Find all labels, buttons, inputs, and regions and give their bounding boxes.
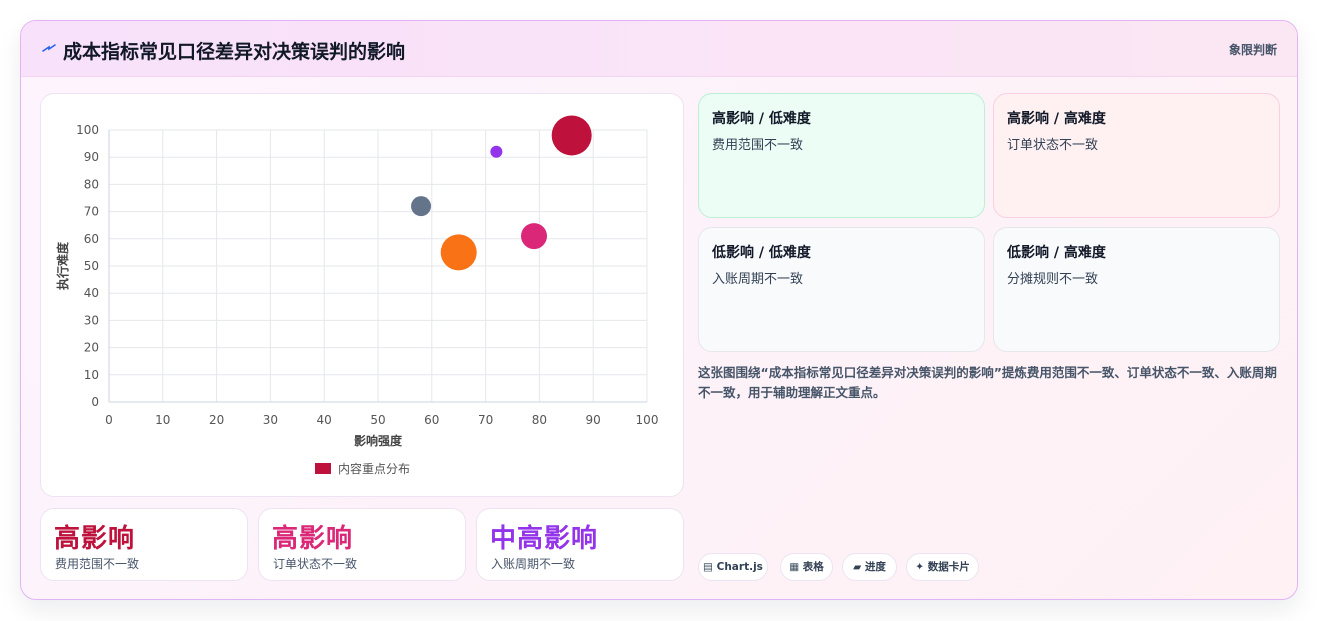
- chart-panel: 0 10 20 30 40 50 60 70 80 90 100 0 10 20 30 40 50 60 70 80 9…: [40, 93, 684, 497]
- x-tick-label: 90: [586, 413, 601, 427]
- quadrant-title: 低影响 / 高难度: [1007, 245, 1106, 261]
- legend-swatch: [315, 463, 331, 474]
- tag-data-card[interactable]: ✦ 数据卡片: [906, 553, 979, 581]
- table-icon: ▦: [789, 561, 800, 573]
- main-card: 成本指标常见口径差异对决策误判的影响 象限判断 0 10 20 30 40 50 60 70 8…: [20, 20, 1298, 600]
- chart-icon: ▤: [703, 561, 713, 573]
- y-axis-title: 执行难度: [55, 241, 70, 290]
- header-badge: 象限判断: [1228, 43, 1277, 57]
- bubble-point: [551, 115, 592, 156]
- y-tick-label: 90: [84, 150, 99, 164]
- lightning-icon: [42, 44, 56, 52]
- quadrant-high-impact-high-difficulty: 高影响 / 高难度 订单状态不一致: [993, 93, 1280, 218]
- stat-card-3: 中高影响 入账周期不一致: [476, 508, 684, 581]
- y-tick-label: 60: [84, 232, 99, 246]
- quadrant-high-impact-low-difficulty: 高影响 / 低难度 费用范围不一致: [698, 93, 985, 218]
- bubble-point: [490, 145, 503, 158]
- quadrant-title: 低影响 / 低难度: [712, 245, 811, 261]
- x-tick-label: 80: [532, 413, 547, 427]
- x-tick-label: 40: [317, 413, 332, 427]
- x-tick-label: 100: [636, 413, 659, 427]
- x-tick-label: 0: [105, 413, 113, 427]
- tag-progress[interactable]: ▰ 进度: [842, 553, 897, 581]
- x-tick-label: 10: [155, 413, 170, 427]
- x-tick-label: 50: [370, 413, 385, 427]
- x-tick-label: 70: [478, 413, 493, 427]
- chart-description: 这张图围绕“成本指标常见口径差异对决策误判的影响”提炼费用范围不一致、订单状态不…: [698, 365, 1277, 400]
- quadrant-low-impact-low-difficulty: 低影响 / 低难度 入账周期不一致: [698, 227, 985, 352]
- quadrant-item: 订单状态不一致: [1007, 138, 1099, 153]
- tag-chartjs[interactable]: ▤ Chart.js: [698, 553, 768, 581]
- quadrant-low-impact-high-difficulty: 低影响 / 高难度 分摊规则不一致: [993, 227, 1280, 352]
- x-tick-label: 20: [209, 413, 224, 427]
- folder-icon: ▰: [853, 561, 862, 573]
- sparkle-icon: ✦: [915, 561, 925, 573]
- bubble-point: [521, 223, 548, 250]
- stat-card-1: 高影响 费用范围不一致: [40, 508, 248, 581]
- y-tick-label: 100: [76, 123, 99, 137]
- card-header: 成本指标常见口径差异对决策误判的影响 象限判断: [21, 21, 1297, 77]
- bubble-point: [411, 196, 432, 217]
- y-tick-label: 70: [84, 205, 99, 219]
- y-tick-label: 20: [84, 341, 99, 355]
- legend-label: 内容重点分布: [338, 461, 410, 476]
- y-tick-label: 50: [84, 259, 99, 273]
- x-tick-label: 30: [263, 413, 278, 427]
- page-title: 成本指标常见口径差异对决策误判的影响: [63, 41, 406, 63]
- tag-label: 表格: [802, 561, 824, 573]
- y-tick-label: 40: [84, 286, 99, 300]
- y-tick-label: 30: [84, 313, 99, 327]
- stat-label: 订单状态不一致: [273, 557, 358, 571]
- quadrant-title: 高影响 / 低难度: [712, 111, 811, 127]
- y-tick-label: 0: [91, 395, 99, 409]
- bubble-point: [440, 234, 477, 271]
- y-tick-label: 10: [84, 368, 99, 382]
- quadrant-item: 费用范围不一致: [712, 138, 804, 153]
- stat-value: 高影响: [54, 524, 136, 554]
- tag-label: 数据卡片: [927, 561, 970, 573]
- tag-label: Chart.js: [716, 561, 763, 573]
- tag-table[interactable]: ▦ 表格: [780, 553, 833, 581]
- stat-value: 中高影响: [490, 524, 599, 554]
- x-axis-title: 影响强度: [354, 433, 403, 448]
- quadrant-item: 入账周期不一致: [712, 272, 804, 287]
- stat-label: 入账周期不一致: [491, 557, 576, 571]
- quadrant-item: 分摊规则不一致: [1007, 272, 1099, 287]
- quadrant-title: 高影响 / 高难度: [1007, 111, 1106, 127]
- x-tick-label: 60: [424, 413, 439, 427]
- bubble-chart: 0 10 20 30 40 50 60 70 80 90 100 0 10 20 30 40 50 60 70 80 9…: [55, 115, 659, 476]
- y-tick-label: 80: [84, 177, 99, 191]
- tag-label: 进度: [864, 561, 886, 573]
- stat-value: 高影响: [272, 524, 354, 554]
- stat-card-2: 高影响 订单状态不一致: [258, 508, 466, 581]
- stat-label: 费用范围不一致: [55, 557, 140, 571]
